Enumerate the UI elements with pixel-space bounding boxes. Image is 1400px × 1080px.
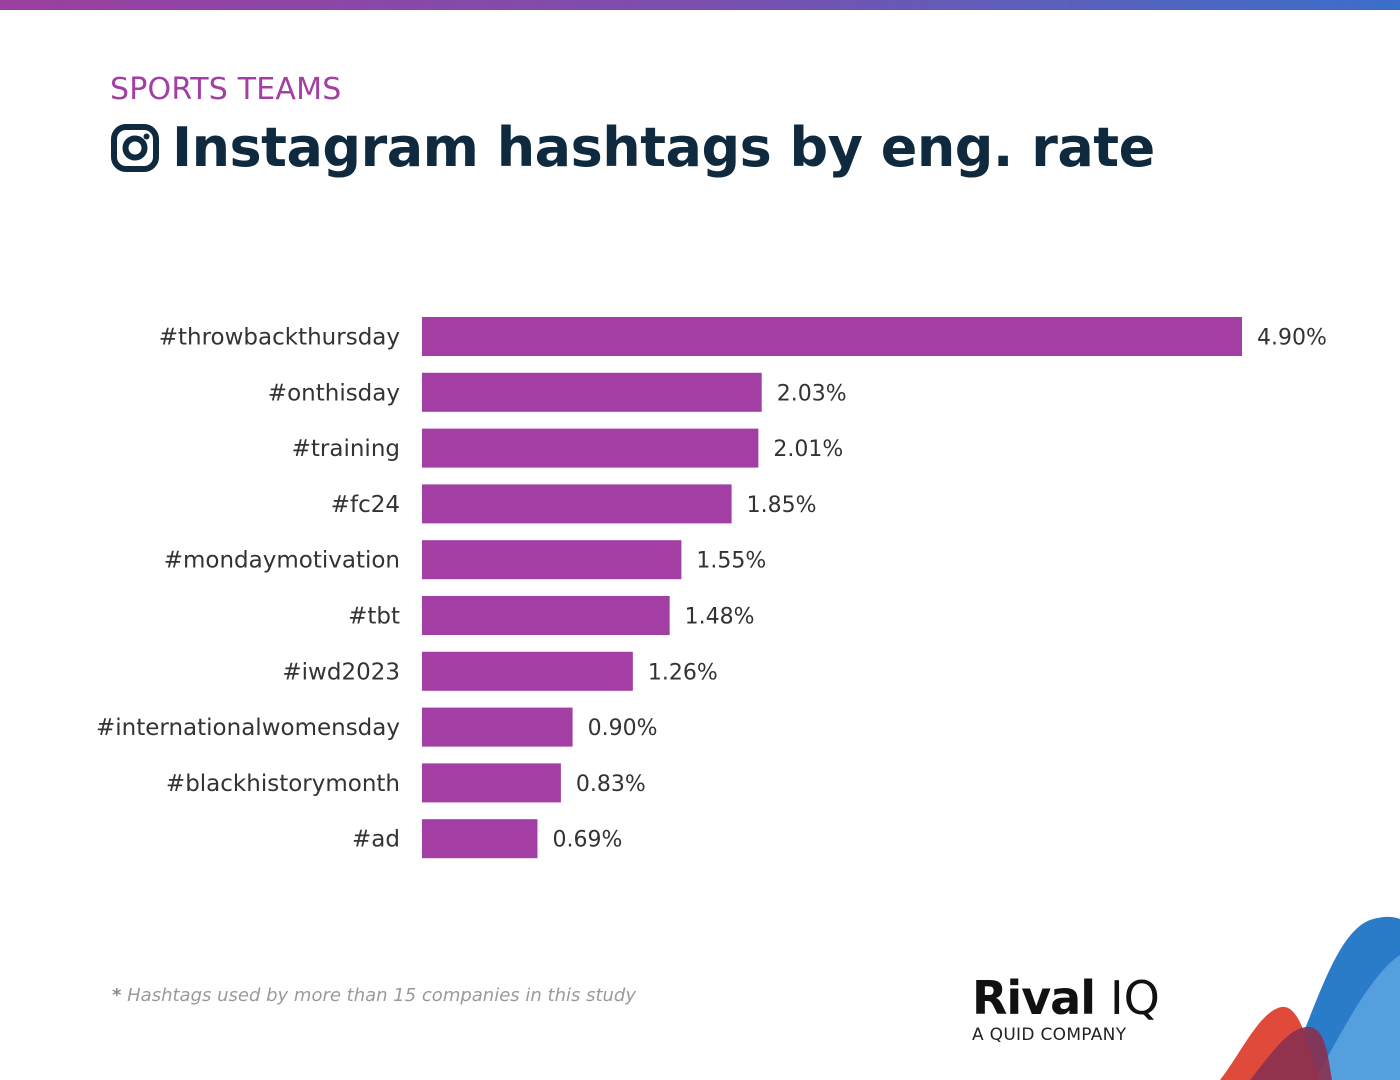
value-label: 4.90% [1257, 326, 1327, 351]
value-label: 2.01% [773, 437, 843, 462]
value-label: 2.03% [777, 381, 847, 406]
bar [422, 596, 670, 635]
category-label: #internationalwomensday [96, 715, 400, 741]
logo-tagline: A QUID COMPANY [972, 1025, 1127, 1045]
bar [422, 819, 538, 859]
category-label: #mondaymotivation [164, 548, 400, 574]
rival-iq-logo: Rival IQ A QUID COMPANY [972, 975, 1160, 1045]
category-label: #fc24 [331, 492, 400, 518]
category-label: #blackhistorymonth [166, 771, 400, 797]
value-label: 0.83% [576, 772, 646, 797]
logo-wordmark: Rival IQ [972, 975, 1160, 1021]
bar [422, 372, 762, 412]
category-label: #throwbackthursday [159, 325, 400, 351]
bar [422, 484, 732, 524]
value-label: 0.69% [552, 828, 622, 853]
decorative-waves [1220, 916, 1400, 1080]
value-label: 0.90% [588, 716, 658, 741]
value-label: 1.48% [685, 605, 755, 630]
bar [422, 428, 759, 468]
bar [422, 317, 1242, 356]
value-label: 1.26% [648, 660, 718, 685]
bar-chart: #throwbackthursday 4.90% #onthisday 2.03% #t… [96, 317, 1327, 859]
footnote: * Hashtags used by more than 15 companie… [112, 985, 636, 1006]
category-label: #tbt [348, 604, 400, 630]
bar [422, 540, 682, 580]
category-label: #ad [352, 827, 400, 853]
value-label: 1.55% [696, 549, 766, 574]
category-label: #training [292, 436, 400, 462]
bar [422, 763, 561, 803]
logo-brand-rival: Rival [972, 971, 1096, 1025]
category-label: #iwd2023 [282, 659, 400, 685]
bar [422, 651, 633, 691]
logo-brand-iq: IQ [1110, 971, 1160, 1025]
category-label: #onthisday [268, 380, 400, 406]
value-label: 1.85% [747, 493, 817, 518]
footnote-text: Hashtags used by more than 15 companies … [121, 985, 637, 1006]
bar [422, 707, 573, 747]
footnote-asterisk: * [112, 985, 122, 1006]
